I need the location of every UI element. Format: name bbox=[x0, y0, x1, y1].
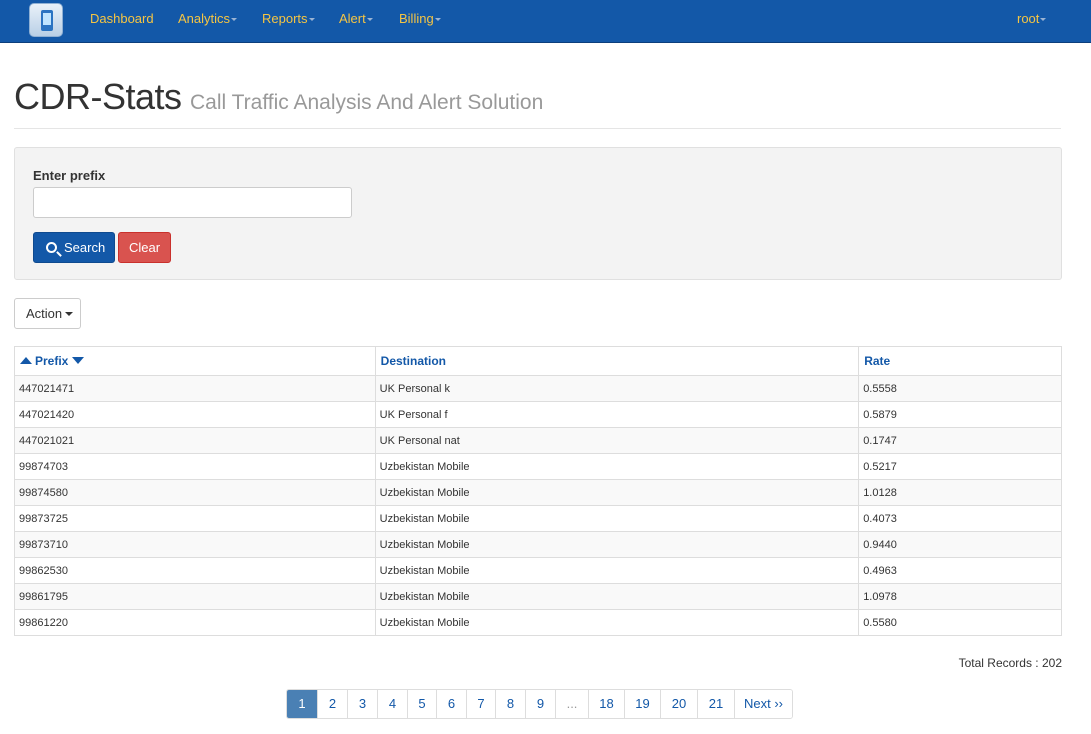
column-header-rate[interactable]: Rate bbox=[858, 346, 1062, 376]
nav-item-analytics[interactable]: Analytics bbox=[178, 11, 238, 27]
pagination-page[interactable]: 21 bbox=[697, 690, 734, 718]
table-row: 99873725 Uzbekistan Mobile 0.4073 bbox=[14, 505, 1062, 532]
table-row: 99862530 Uzbekistan Mobile 0.4963 bbox=[14, 557, 1062, 584]
cell-prefix: 99874703 bbox=[14, 453, 376, 480]
cell-rate: 0.9440 bbox=[858, 531, 1062, 558]
cell-destination: Uzbekistan Mobile bbox=[374, 609, 860, 636]
caret-down-icon bbox=[231, 18, 238, 21]
cell-rate: 0.5580 bbox=[858, 609, 1062, 636]
nav-item-label: Dashboard bbox=[90, 11, 154, 26]
table-row: 447021420 UK Personal f 0.5879 bbox=[14, 401, 1062, 428]
pagination-page[interactable]: 1 bbox=[287, 690, 317, 718]
page-title: CDR-Stats bbox=[14, 76, 182, 117]
cell-prefix: 99862530 bbox=[14, 557, 376, 584]
cell-destination: Uzbekistan Mobile bbox=[374, 505, 860, 532]
nav-item-alert[interactable]: Alert bbox=[339, 11, 373, 27]
table-row: 99874580 Uzbekistan Mobile 1.0128 bbox=[14, 479, 1062, 506]
sort-ascending-icon[interactable] bbox=[20, 357, 32, 364]
caret-down-icon bbox=[308, 18, 315, 21]
cell-prefix: 447021471 bbox=[14, 375, 376, 402]
caret-down-icon bbox=[65, 312, 74, 316]
nav-item-label: Billing bbox=[399, 11, 434, 26]
table-header-row: Prefix Destination Rate bbox=[14, 346, 1062, 376]
cell-prefix: 99861795 bbox=[14, 583, 376, 610]
pagination-ellipsis: ... bbox=[555, 690, 588, 718]
header-divider bbox=[14, 128, 1061, 129]
search-button-label: Search bbox=[64, 240, 106, 255]
cell-rate: 1.0978 bbox=[858, 583, 1062, 610]
user-name: root bbox=[1017, 11, 1040, 26]
search-panel: Enter prefix Search Clear bbox=[14, 147, 1062, 280]
page-subtitle: Call Traffic Analysis And Alert Solution bbox=[189, 91, 544, 114]
column-header-prefix[interactable]: Prefix bbox=[14, 346, 376, 376]
table-row: 99861220 Uzbekistan Mobile 0.5580 bbox=[14, 609, 1062, 636]
cell-rate: 0.1747 bbox=[858, 427, 1062, 454]
table-row: 99873710 Uzbekistan Mobile 0.9440 bbox=[14, 531, 1062, 558]
cell-prefix: 99873725 bbox=[14, 505, 376, 532]
column-header-label: Prefix bbox=[35, 354, 69, 368]
table-row: 99861795 Uzbekistan Mobile 1.0978 bbox=[14, 583, 1062, 610]
cell-rate: 0.5217 bbox=[858, 453, 1062, 480]
prefix-input[interactable] bbox=[33, 187, 352, 218]
cell-destination: UK Personal k bbox=[374, 375, 860, 402]
action-label: Action bbox=[26, 306, 63, 321]
cell-destination: Uzbekistan Mobile bbox=[374, 479, 860, 506]
total-records: Total Records : 202 bbox=[958, 656, 1062, 670]
clear-button[interactable]: Clear bbox=[118, 232, 171, 263]
pagination-page[interactable]: 18 bbox=[588, 690, 624, 718]
pagination-page[interactable]: 19 bbox=[624, 690, 660, 718]
page-header: CDR-Stats Call Traffic Analysis And Aler… bbox=[14, 76, 543, 118]
pagination: 1 2 3 4 5 6 7 8 9... 18 19 20 21 Next ›› bbox=[286, 689, 793, 719]
cell-rate: 0.4963 bbox=[858, 557, 1062, 584]
column-header-destination[interactable]: Destination bbox=[374, 346, 860, 376]
cell-prefix: 447021021 bbox=[14, 427, 376, 454]
top-navbar: Dashboard Analytics Reports Alert Billin… bbox=[0, 0, 1091, 43]
cell-destination: Uzbekistan Mobile bbox=[374, 531, 860, 558]
pagination-page[interactable]: 2 bbox=[317, 690, 347, 718]
table-row: 447021471 UK Personal k 0.5558 bbox=[14, 375, 1062, 402]
cell-destination: Uzbekistan Mobile bbox=[374, 583, 860, 610]
pagination-page[interactable]: 3 bbox=[347, 690, 377, 718]
cell-prefix: 99874580 bbox=[14, 479, 376, 506]
table-row: 99874703 Uzbekistan Mobile 0.5217 bbox=[14, 453, 1062, 480]
cell-prefix: 99861220 bbox=[14, 609, 376, 636]
pagination-page[interactable]: 20 bbox=[660, 690, 697, 718]
cell-rate: 0.4073 bbox=[858, 505, 1062, 532]
nav-item-dashboard[interactable]: Dashboard bbox=[90, 11, 154, 27]
sort-descending-icon[interactable] bbox=[72, 357, 85, 364]
pagination-page[interactable]: 5 bbox=[407, 690, 436, 718]
nav-item-label: Alert bbox=[339, 11, 366, 26]
prefix-table: Prefix Destination Rate 447021471 UK Pers… bbox=[14, 346, 1062, 636]
nav-item-label: Reports bbox=[262, 11, 308, 26]
caret-down-icon bbox=[434, 18, 441, 21]
caret-down-icon bbox=[366, 18, 373, 21]
nav-item-label: Analytics bbox=[178, 11, 231, 26]
pagination-page[interactable]: 6 bbox=[436, 690, 466, 718]
caret-down-icon bbox=[1040, 18, 1047, 21]
cell-destination: Uzbekistan Mobile bbox=[374, 453, 860, 480]
cell-destination: Uzbekistan Mobile bbox=[374, 557, 860, 584]
cell-rate: 0.5879 bbox=[858, 401, 1062, 428]
search-icon bbox=[46, 242, 57, 253]
nav-item-billing[interactable]: Billing bbox=[399, 11, 441, 27]
cell-prefix: 447021420 bbox=[14, 401, 376, 428]
search-button[interactable]: Search bbox=[33, 232, 115, 263]
prefix-label: Enter prefix bbox=[33, 168, 106, 183]
table-row: 447021021 UK Personal nat 0.1747 bbox=[14, 427, 1062, 454]
action-dropdown-button[interactable]: Action bbox=[14, 298, 81, 329]
app-logo-icon[interactable] bbox=[29, 3, 63, 37]
cell-prefix: 99873710 bbox=[14, 531, 376, 558]
cell-rate: 1.0128 bbox=[858, 479, 1062, 506]
pagination-page[interactable]: 7 bbox=[466, 690, 495, 718]
pagination-page[interactable]: 9 bbox=[525, 690, 555, 718]
cell-destination: UK Personal nat bbox=[374, 427, 860, 454]
user-menu[interactable]: root bbox=[1017, 11, 1047, 27]
nav-item-reports[interactable]: Reports bbox=[262, 11, 315, 27]
pagination-next[interactable]: Next ›› bbox=[734, 690, 792, 718]
pagination-page[interactable]: 8 bbox=[495, 690, 525, 718]
cell-destination: UK Personal f bbox=[374, 401, 860, 428]
pagination-page[interactable]: 4 bbox=[377, 690, 407, 718]
cell-rate: 0.5558 bbox=[858, 375, 1062, 402]
